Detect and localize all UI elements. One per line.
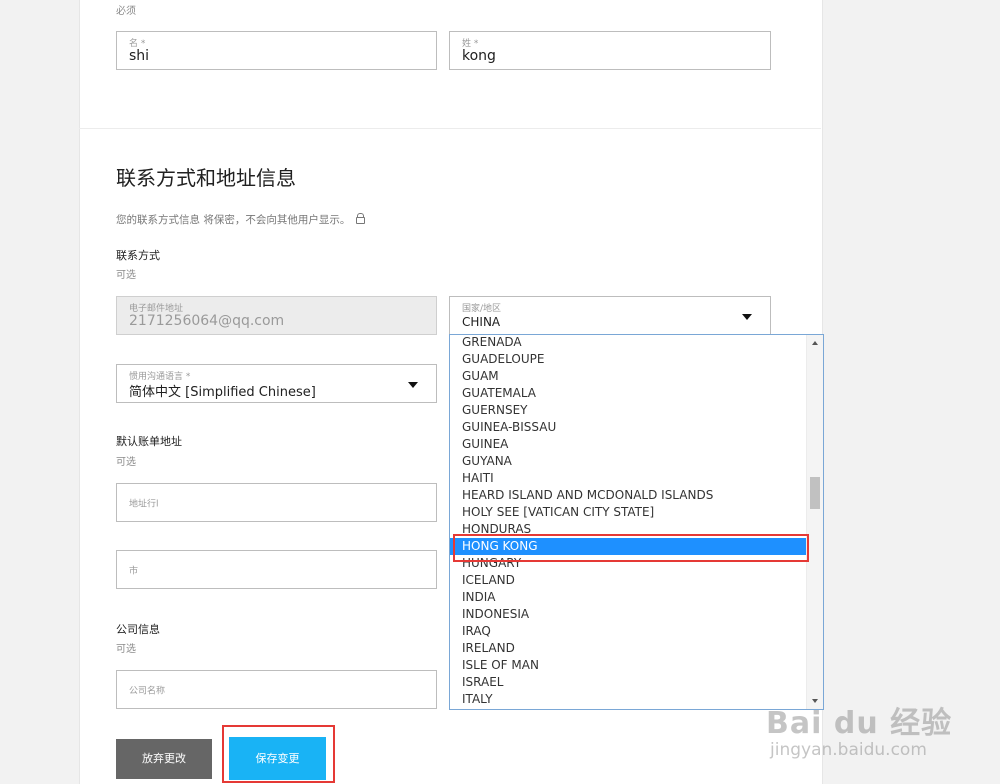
chevron-down-icon[interactable]	[408, 381, 418, 388]
country-value: CHINA	[462, 315, 501, 329]
country-label: 国家/地区	[462, 304, 502, 314]
company-label: 公司信息	[116, 623, 160, 636]
dropdown-option[interactable]: HOLY SEE [VATICAN CITY STATE]	[450, 504, 808, 521]
dropdown-option[interactable]: IRELAND	[450, 640, 808, 657]
first-name-value: shi	[129, 48, 150, 64]
dropdown-option[interactable]: HAITI	[450, 470, 808, 487]
privacy-note: 您的联系方式信息 将保密，不会向其他用户显示。	[116, 212, 366, 227]
dropdown-option[interactable]: ISRAEL	[450, 674, 808, 691]
last-name-field[interactable]: 姓 * kong	[449, 31, 771, 70]
contact-optional: 可选	[116, 270, 136, 281]
city-placeholder: 市	[129, 566, 139, 576]
dropdown-option[interactable]: IRAQ	[450, 623, 808, 640]
section-title: 联系方式和地址信息	[116, 166, 296, 190]
email-value: 2171256064@qq.com	[129, 313, 285, 329]
chevron-down-icon[interactable]	[742, 313, 752, 320]
country-dropdown-list[interactable]: GRENADA GUADELOUPE GUAM GUATEMALA GUERNSEY GU…	[449, 334, 824, 710]
company-name-input[interactable]: 公司名称	[116, 670, 437, 709]
dropdown-option[interactable]: GUYANA	[450, 453, 808, 470]
watermark-logo: Bai du 经验	[766, 706, 953, 741]
dropdown-scrollbar[interactable]	[806, 335, 823, 709]
country-select[interactable]: 国家/地区 CHINA	[449, 296, 771, 335]
privacy-note-text: 您的联系方式信息 将保密，不会向其他用户显示。	[116, 214, 351, 226]
dropdown-option[interactable]: GUADELOUPE	[450, 351, 808, 368]
address-line-placeholder: 地址行l	[129, 499, 159, 509]
dropdown-option[interactable]: ICELAND	[450, 572, 808, 589]
address-line-input[interactable]: 地址行l	[116, 483, 437, 522]
watermark-url: jingyan.baidu.com	[770, 740, 927, 760]
billing-label: 默认账单地址	[116, 435, 182, 448]
dropdown-option[interactable]: GRENADA	[450, 335, 808, 351]
first-name-field[interactable]: 名 * shi	[116, 31, 437, 70]
dropdown-option[interactable]: GUINEA-BISSAU	[450, 419, 808, 436]
dropdown-option[interactable]: GUERNSEY	[450, 402, 808, 419]
lock-icon	[356, 213, 366, 224]
company-optional: 可选	[116, 644, 136, 655]
company-name-placeholder: 公司名称	[129, 686, 166, 696]
dropdown-option[interactable]: INDIA	[450, 589, 808, 606]
section-divider	[79, 128, 821, 129]
dropdown-option[interactable]: GUATEMALA	[450, 385, 808, 402]
contact-label: 联系方式	[116, 249, 160, 262]
city-input[interactable]: 市	[116, 550, 437, 589]
selected-item-highlight-box	[453, 534, 809, 562]
dropdown-option[interactable]: GUINEA	[450, 436, 808, 453]
required-note: 必须	[116, 6, 136, 17]
scrollbar-thumb[interactable]	[810, 477, 820, 509]
language-select[interactable]: 惯用沟通语言 * 简体中文 [Simplified Chinese]	[116, 364, 437, 403]
dropdown-option[interactable]: HEARD ISLAND AND MCDONALD ISLANDS	[450, 487, 808, 504]
scroll-up-icon[interactable]	[812, 341, 818, 345]
dropdown-option[interactable]: ISLE OF MAN	[450, 657, 808, 674]
save-changes-button[interactable]: 保存变更	[229, 737, 326, 780]
email-field: 电子邮件地址 2171256064@qq.com	[116, 296, 437, 335]
dropdown-option[interactable]: INDONESIA	[450, 606, 808, 623]
discard-changes-button[interactable]: 放弃更改	[116, 739, 212, 779]
billing-optional: 可选	[116, 457, 136, 468]
dropdown-option[interactable]: GUAM	[450, 368, 808, 385]
dropdown-option[interactable]: ITALY	[450, 691, 808, 708]
last-name-value: kong	[462, 48, 496, 64]
language-value: 简体中文 [Simplified Chinese]	[129, 385, 316, 400]
